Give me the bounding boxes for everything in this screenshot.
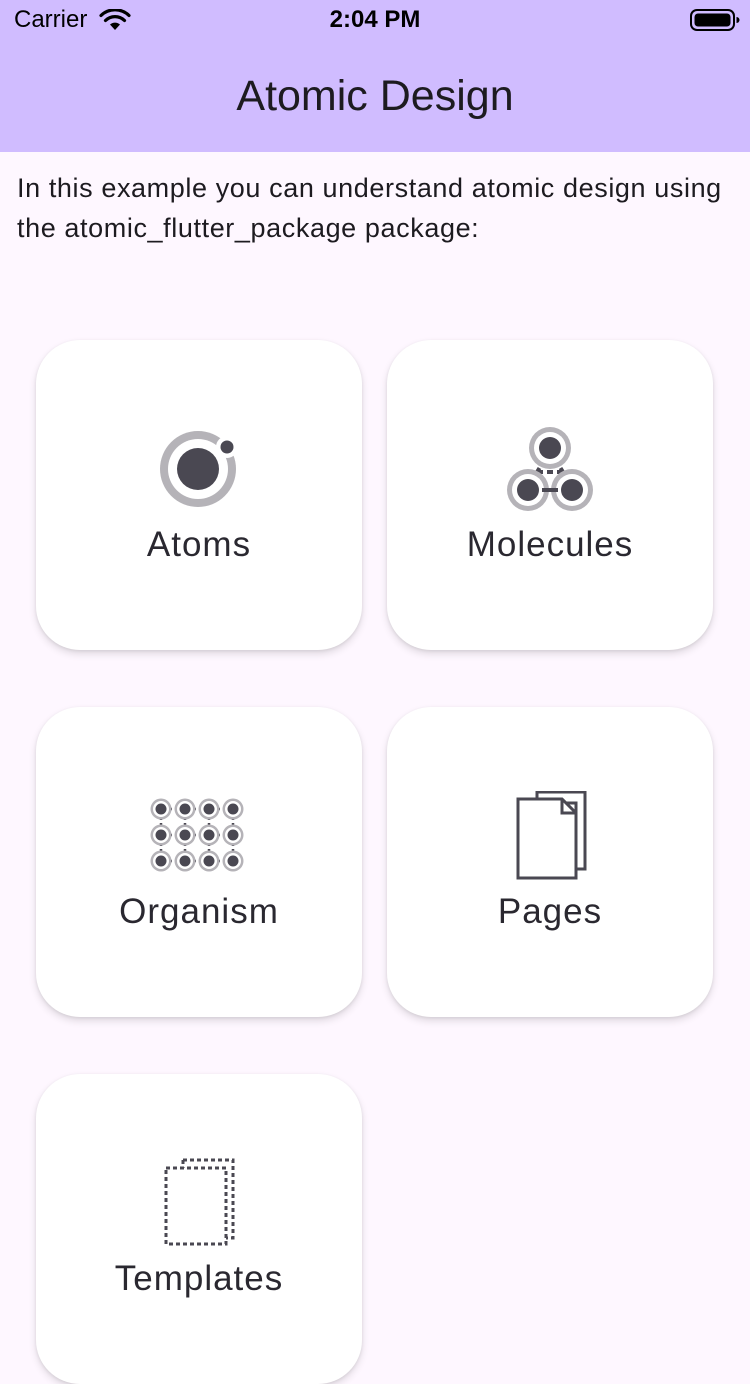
molecule-icon [507, 427, 593, 511]
organism-icon [150, 798, 244, 872]
templates-card[interactable]: Templates [36, 1074, 362, 1384]
organism-card[interactable]: Organism [36, 707, 362, 1017]
organism-label: Organism [119, 892, 279, 931]
status-time: 2:04 PM [329, 6, 421, 33]
page-title: Atomic Design [236, 72, 514, 120]
templates-label: Templates [114, 1259, 284, 1298]
pages-icon [516, 791, 587, 880]
atoms-label: Atoms [146, 525, 252, 564]
intro-text: In this example you can understand atomi… [17, 173, 722, 243]
pages-label: Pages [497, 892, 603, 931]
molecules-label: Molecules [466, 525, 634, 564]
atom-icon [160, 431, 238, 507]
pages-card[interactable]: Pages [387, 707, 713, 1017]
battery-icon [690, 9, 740, 31]
molecules-card[interactable]: Molecules [387, 340, 713, 650]
templates-icon [164, 1158, 235, 1246]
atoms-card[interactable]: Atoms [36, 340, 362, 650]
app-bar: Atomic Design [0, 40, 750, 152]
status-bar: Carrier 2:04 PM [0, 0, 750, 40]
